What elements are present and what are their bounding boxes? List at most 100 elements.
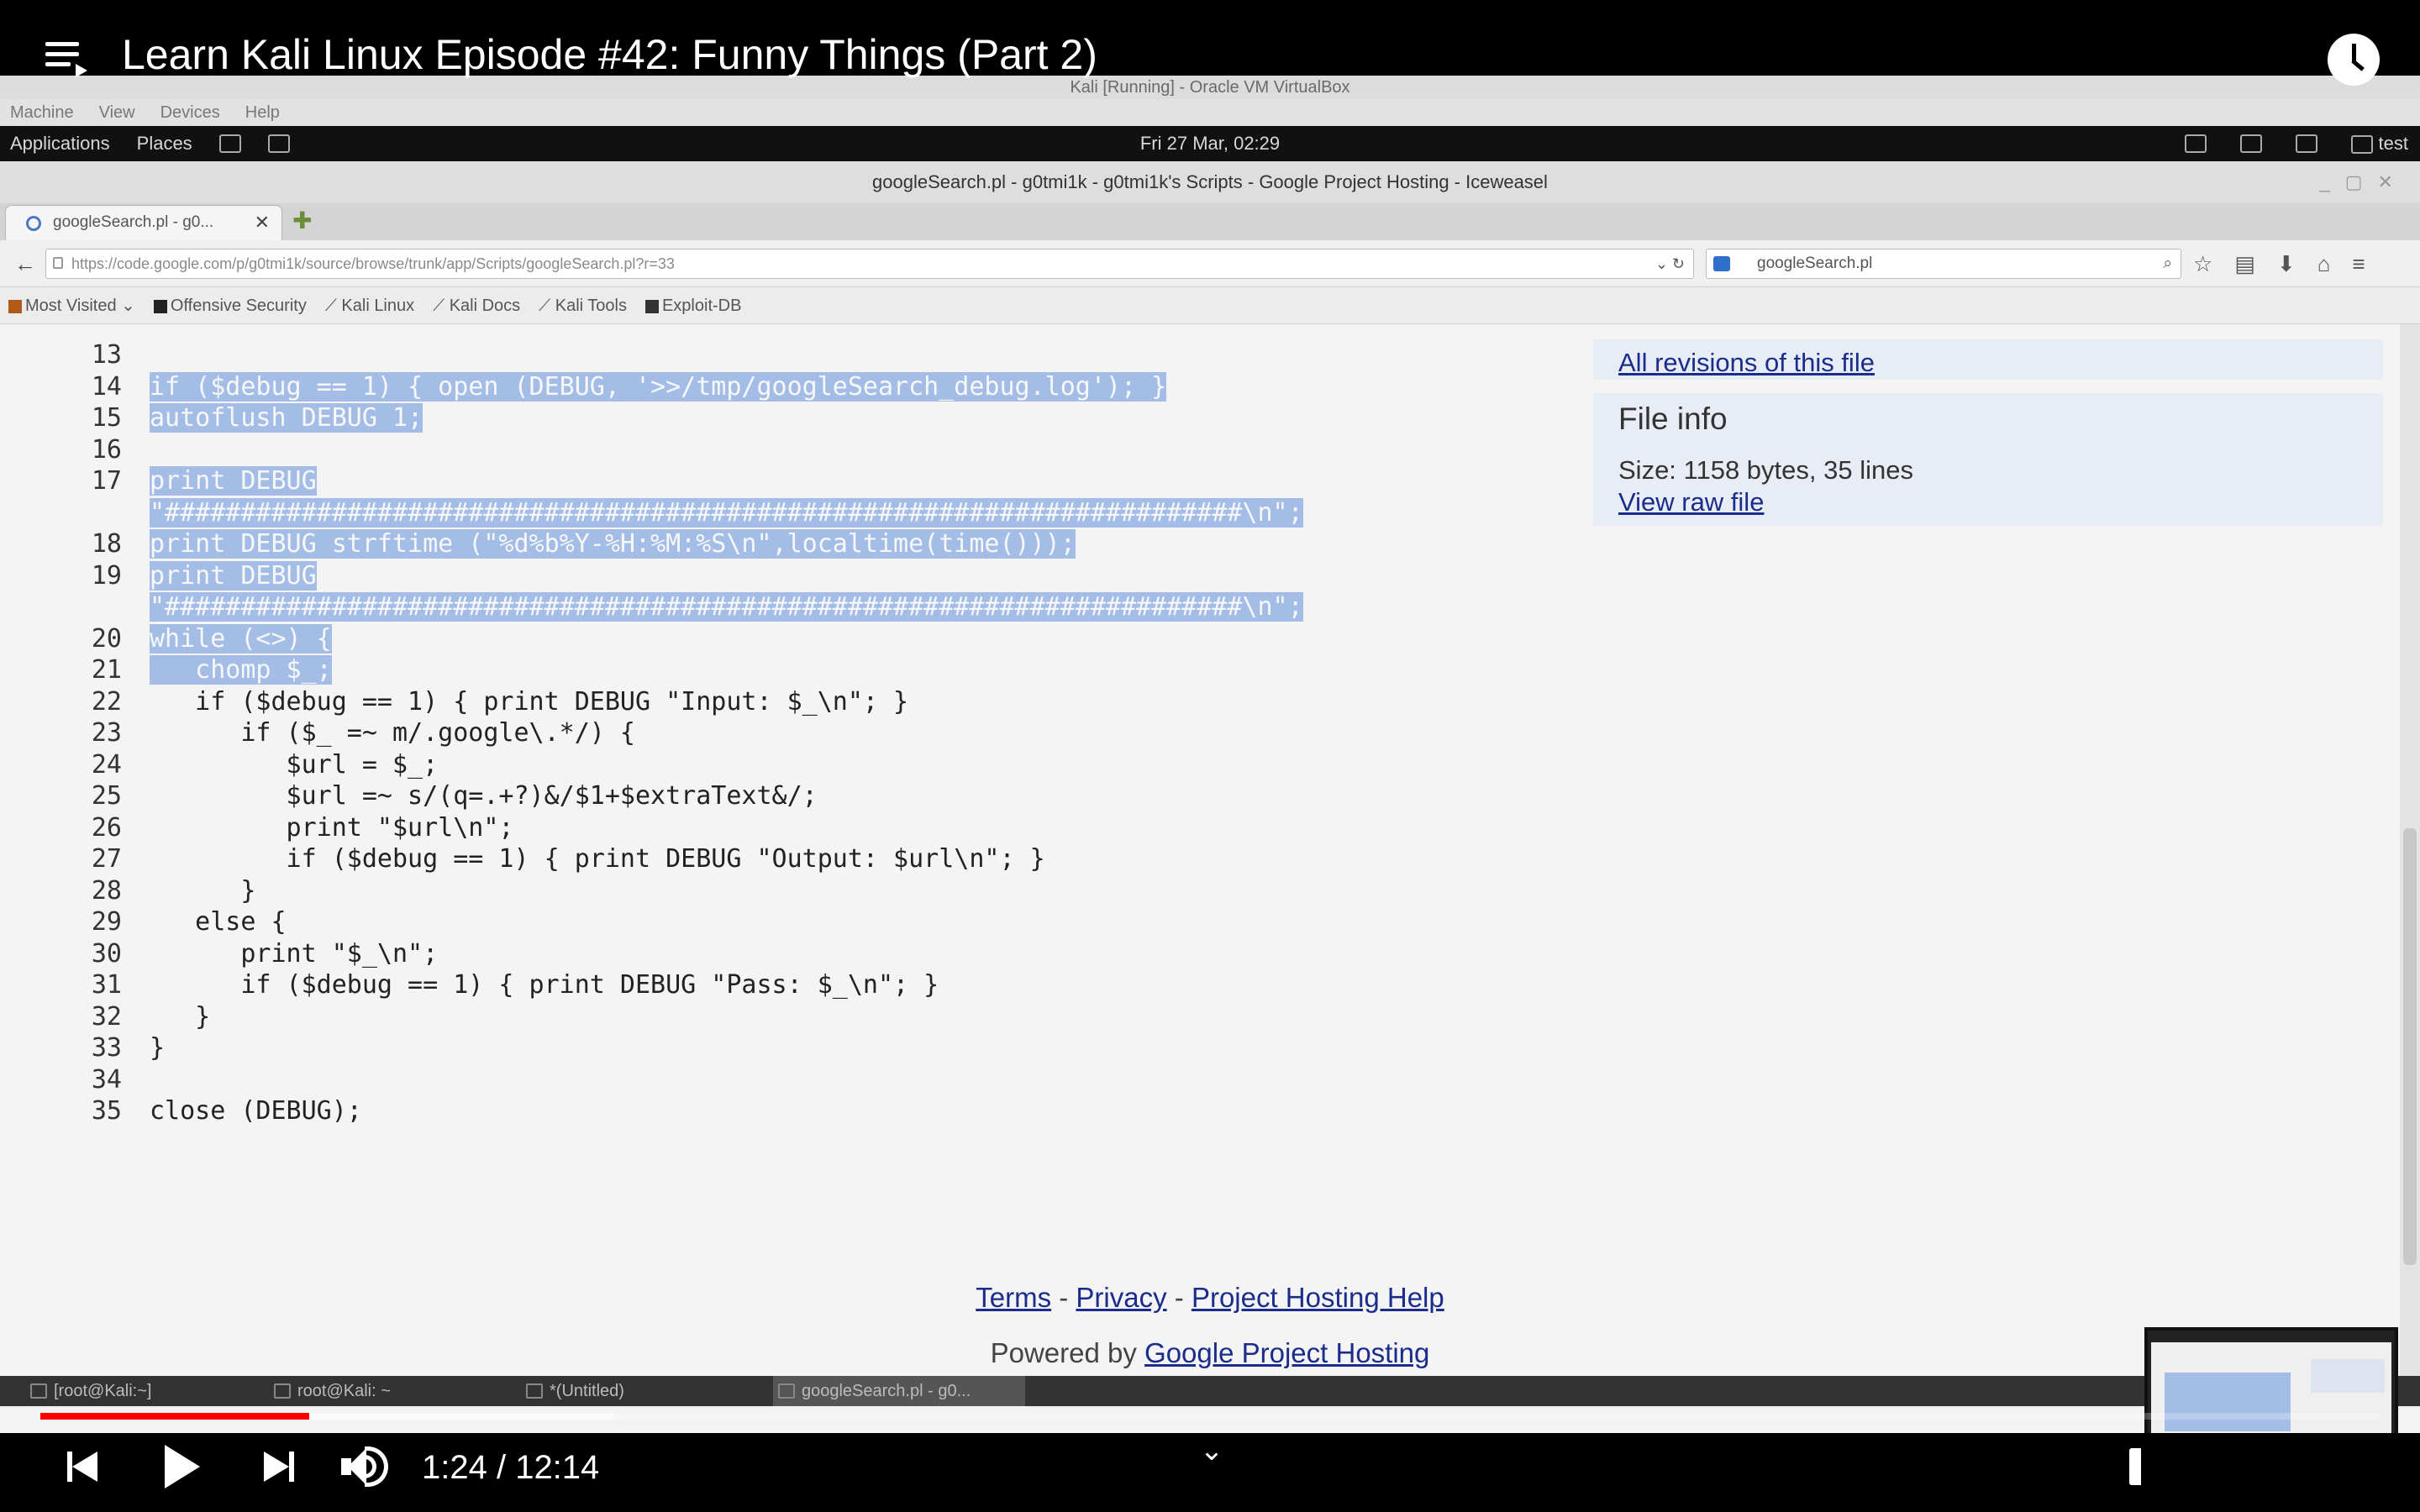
applications-menu[interactable]: Applications [10, 126, 110, 161]
bookmark-label: Kali Tools [555, 297, 627, 315]
view-raw-file-link[interactable]: View raw file [1618, 487, 1764, 517]
bookmark-kali-docs[interactable]: ⟋ Kali Docs [433, 287, 520, 323]
url-text: https://code.google.com/p/g0tmi1k/source… [71, 255, 675, 272]
url-bar[interactable]: https://code.google.com/p/g0tmi1k/source… [45, 249, 1694, 279]
code-text-content: } [150, 875, 256, 906]
line-number: 24 [91, 749, 122, 780]
footer-separator: - [1051, 1282, 1076, 1313]
code-line: 32 } [0, 1001, 1580, 1033]
bookmark-kali-linux[interactable]: ⟋ Kali Linux [325, 287, 414, 323]
line-number: 20 [91, 623, 122, 654]
code-line: 22 if ($debug == 1) { print DEBUG "Input… [0, 686, 1580, 718]
code-text: print DEBUG strftime ("%d%b%Y-%H:%M:%S\n… [150, 528, 1076, 560]
bookmark-label: Most Visited [25, 297, 117, 315]
revisions-box: All revisions of this file [1593, 339, 2383, 380]
bookmark-label: Exploit-DB [661, 297, 742, 315]
video-progress-bar[interactable] [40, 1413, 2380, 1420]
watch-later-clock-icon[interactable] [2328, 34, 2380, 86]
bookmark-exploit-db[interactable]: Exploit-DB [644, 287, 742, 323]
bookmark-star-icon[interactable]: ☆ [2193, 249, 2212, 279]
home-icon[interactable]: ⌂ [2317, 249, 2331, 279]
line-number: 29 [91, 907, 122, 937]
file-info-title: File info [1618, 402, 1728, 436]
code-line: 34 [0, 1064, 1580, 1096]
play-icon[interactable] [161, 1445, 200, 1488]
playlist-menu-icon[interactable] [45, 42, 87, 77]
user-name: test [2378, 133, 2408, 154]
fullscreen-partial-icon[interactable] [2129, 1448, 2141, 1485]
back-arrow-icon[interactable]: ← [10, 250, 40, 277]
vbox-menu-view[interactable]: View [99, 99, 135, 126]
places-menu[interactable]: Places [137, 126, 192, 161]
bookmarks-library-icon[interactable]: ▤ [2234, 249, 2255, 279]
volume-muted-icon[interactable] [2185, 134, 2207, 153]
code-text-content: } [150, 1001, 211, 1032]
code-text: "#######################################… [150, 591, 1303, 623]
user-menu[interactable]: test [2351, 126, 2408, 161]
chevron-down-icon[interactable]: ⌄ [1195, 1436, 1228, 1465]
task-root-terminal-1[interactable]: [root@Kali:~] [25, 1376, 260, 1406]
code-text-content: else { [150, 907, 287, 937]
next-icon[interactable] [260, 1448, 297, 1485]
bookmark-offensive-security[interactable]: Offensive Security [153, 287, 307, 323]
bookmark-most-visited[interactable]: Most Visited ⌄ [8, 287, 135, 323]
hamburger-menu-icon[interactable]: ≡ [2352, 249, 2365, 279]
privacy-link[interactable]: Privacy [1076, 1282, 1166, 1313]
tab-label: googleSearch.pl - g0... [53, 213, 214, 231]
bookmarks-toolbar: Most Visited ⌄ Offensive Security ⟋ Kali… [0, 287, 2420, 324]
code-text: if ($debug == 1) { print DEBUG "Output: … [150, 843, 1045, 875]
browser-launcher-icon[interactable] [218, 134, 241, 153]
task-untitled-editor[interactable]: *(Untitled) [521, 1376, 756, 1406]
tab-googlesearch[interactable]: googleSearch.pl - g0... ✕ [5, 205, 282, 240]
project-hosting-help-link[interactable]: Project Hosting Help [1192, 1282, 1444, 1313]
lock-icon [53, 257, 63, 269]
code-text-content: while (<>) { [150, 623, 332, 654]
reload-icon[interactable]: ⌄ ↻ [1655, 249, 1685, 278]
gnome-bottom-taskbar: [root@Kali:~] root@Kali: ~ *(Untitled) g… [0, 1376, 2420, 1406]
code-text-content: print DEBUG [150, 560, 317, 591]
new-tab-icon[interactable]: ✚ [292, 208, 312, 234]
window-controls[interactable]: _▢✕ [2320, 161, 2408, 203]
terms-link[interactable]: Terms [976, 1282, 1051, 1313]
search-bar[interactable]: googleSearch.pl ⌕ [1706, 249, 2181, 279]
network-icon[interactable] [2296, 134, 2318, 153]
page-scrollbar[interactable] [2400, 324, 2420, 1376]
bookmark-kali-tools[interactable]: ⟋ Kali Tools [539, 287, 627, 323]
vbox-menu-devices[interactable]: Devices [160, 99, 220, 126]
close-tab-icon[interactable]: ✕ [255, 206, 270, 239]
code-text-content: if ($debug == 1) { open (DEBUG, '>>/tmp/… [150, 371, 1167, 402]
line-number: 34 [91, 1064, 122, 1095]
scrollbar-thumb[interactable] [2403, 828, 2417, 1265]
all-revisions-link[interactable]: All revisions of this file [1618, 348, 1875, 378]
download-icon[interactable]: ⬇ [2277, 249, 2296, 279]
thumbnail-topbar [2151, 1334, 2391, 1342]
task-browser[interactable]: googleSearch.pl - g0... [773, 1376, 1025, 1406]
code-line: 25 $url =~ s/(q=.+?)&/$1+$extraText&/; [0, 780, 1580, 812]
task-label: googleSearch.pl - g0... [802, 1382, 971, 1400]
search-engine-icon[interactable] [1713, 256, 1730, 271]
volume-icon[interactable] [339, 1443, 393, 1490]
line-number: 27 [91, 844, 122, 874]
code-text: if ($debug == 1) { open (DEBUG, '>>/tmp/… [150, 371, 1167, 403]
code-line: 23 if ($_ =~ m/.google\.*/) { [0, 717, 1580, 749]
terminal-launcher-icon[interactable] [267, 134, 290, 153]
source-code-view[interactable]: 13 14 if ($debug == 1) { open (DEBUG, '>>/… [0, 339, 1580, 1127]
vbox-menu-machine[interactable]: Machine [10, 99, 74, 126]
panel-clock[interactable]: Fri 27 Mar, 02:29 [0, 126, 2420, 161]
code-line: 26 print "$url\n"; [0, 812, 1580, 844]
video-frame: Kali [Running] - Oracle VM VirtualBox Ma… [0, 0, 2420, 1512]
clipboard-icon[interactable] [2240, 134, 2263, 153]
code-text: if ($_ =~ m/.google\.*/) { [150, 717, 635, 749]
search-icon[interactable]: ⌕ [2163, 249, 2172, 278]
task-root-terminal-2[interactable]: root@Kali: ~ [269, 1376, 504, 1406]
video-title[interactable]: Learn Kali Linux Episode #42: Funny Thin… [122, 30, 1097, 79]
line-number: 18 [91, 529, 122, 559]
code-text: chomp $_; [150, 654, 332, 686]
code-text: print DEBUG [150, 560, 317, 592]
line-number: 16 [91, 434, 122, 465]
vbox-menu-help[interactable]: Help [245, 99, 280, 126]
google-project-hosting-link[interactable]: Google Project Hosting [1144, 1337, 1429, 1368]
line-number: 21 [91, 655, 122, 685]
code-text-content: print "$url\n"; [150, 812, 514, 843]
previous-icon[interactable] [67, 1448, 104, 1485]
